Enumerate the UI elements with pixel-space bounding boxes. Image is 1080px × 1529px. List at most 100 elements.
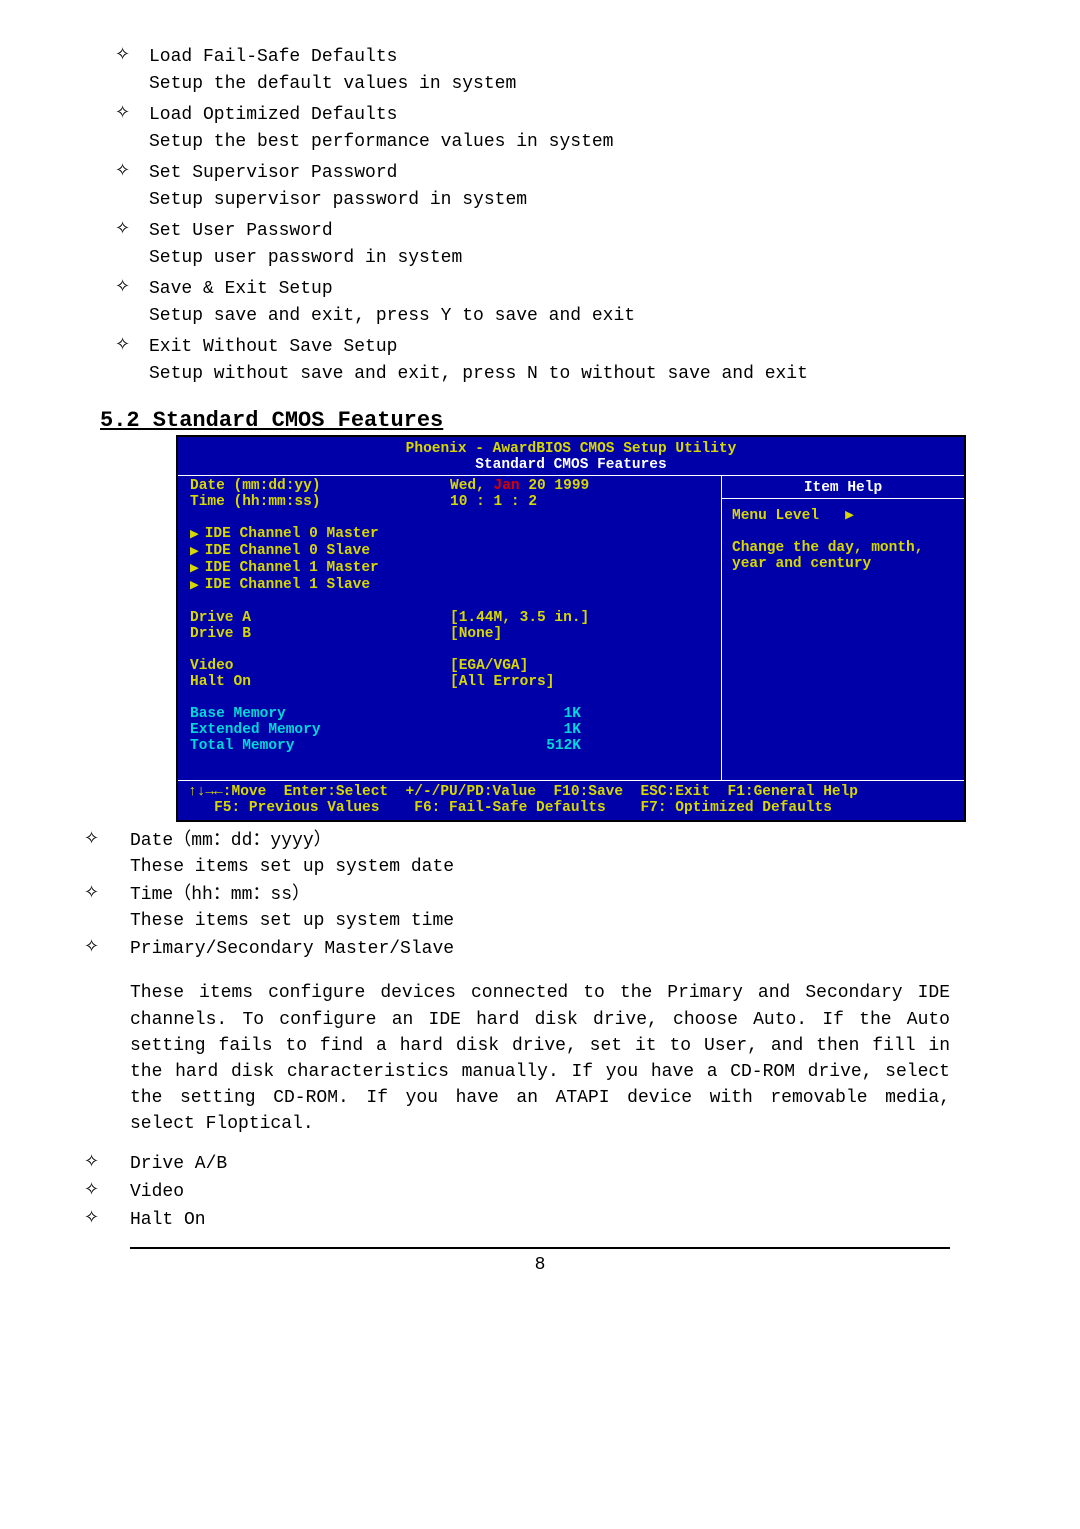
item-desc: Setup save and exit, press Y to save and… [149, 303, 635, 330]
item-title: Halt On [130, 1207, 206, 1233]
table-row: Video [EGA/VGA] [178, 658, 721, 674]
triangle-icon: ▶ [845, 508, 854, 524]
bullet-icon: ✧ [80, 936, 130, 957]
triangle-icon: ▶ [190, 560, 205, 577]
item-help-title: Item Help [722, 476, 964, 499]
bullet-icon: ✧ [115, 102, 149, 156]
footer-line1: ↑↓→←:Move Enter:Select +/-/PU/PD:Value F… [188, 784, 858, 800]
item-title: Exit Without Save Setup [149, 334, 808, 361]
drive-b-label: Drive B [190, 626, 450, 642]
list-item: ✧ Video [80, 1179, 1010, 1205]
drive-a-label: Drive A [190, 610, 450, 626]
table-row: Halt On [All Errors] [178, 674, 721, 690]
bullet-icon: ✧ [80, 1179, 130, 1200]
section-heading: 5.2 Standard CMOS Features [100, 408, 1010, 433]
item-desc: Setup supervisor password in system [149, 187, 527, 214]
table-row: ▶IDE Channel 1 Master [178, 560, 721, 577]
bios-main: Date (mm:dd:yy) Wed, Jan 20 1999 Time (h… [178, 476, 964, 780]
list-item: ✧ Date（mm：dd：yyyy） These items set up sy… [80, 828, 1010, 880]
item-desc: These items set up system time [130, 908, 454, 934]
list-item: ✧ Set Supervisor Password Setup supervis… [115, 160, 1010, 214]
extmem-label: Extended Memory [190, 722, 450, 738]
item-content: Date（mm：dd：yyyy） These items set up syst… [130, 828, 454, 880]
triangle-icon: ▶ [190, 543, 205, 560]
item-desc: Setup without save and exit, press N to … [149, 361, 808, 388]
bullet-icon: ✧ [115, 276, 149, 330]
item-title: Video [130, 1179, 184, 1205]
page-number: 8 [535, 1255, 546, 1275]
date-prefix: Wed, [450, 478, 494, 494]
item-title: Drive A/B [130, 1151, 227, 1177]
table-row: Total Memory 512K [178, 738, 721, 754]
item-title: Time（hh：mm：ss） [130, 882, 454, 908]
item-content: Set Supervisor Password Setup supervisor… [149, 160, 527, 214]
bullet-icon: ✧ [115, 218, 149, 272]
post-item-list: ✧ Date（mm：dd：yyyy） These items set up sy… [80, 828, 1010, 1233]
list-item: ✧ Drive A/B [80, 1151, 1010, 1177]
list-item: ✧ Primary/Secondary Master/Slave These i… [80, 936, 1010, 1137]
item-desc: These items configure devices connected … [130, 980, 950, 1137]
list-item: ✧ Load Fail-Safe Defaults Setup the defa… [115, 44, 1010, 98]
halt-value: [All Errors] [450, 674, 721, 690]
date-value: Wed, Jan 20 1999 [450, 478, 721, 494]
bios-left-panel: Date (mm:dd:yy) Wed, Jan 20 1999 Time (h… [178, 476, 721, 780]
table-row: Date (mm:dd:yy) Wed, Jan 20 1999 [178, 478, 721, 494]
item-content: Time（hh：mm：ss） These items set up system… [130, 882, 454, 934]
item-title: Load Optimized Defaults [149, 102, 613, 129]
triangle-icon: ▶ [190, 526, 205, 543]
item-title: Primary/Secondary Master/Slave [130, 936, 950, 962]
drive-a-value: [1.44M, 3.5 in.] [450, 610, 721, 626]
table-row: Extended Memory 1K [178, 722, 721, 738]
list-item: ✧ Load Optimized Defaults Setup the best… [115, 102, 1010, 156]
item-title: Save & Exit Setup [149, 276, 635, 303]
date-red: Jan [494, 478, 520, 494]
item-content: Exit Without Save Setup Setup without sa… [149, 334, 808, 388]
date-suffix: 20 1999 [520, 478, 590, 494]
ide-label: IDE Channel 1 Slave [205, 577, 370, 594]
bios-title-line2: Standard CMOS Features [475, 457, 666, 473]
item-title: Date（mm：dd：yyyy） [130, 828, 454, 854]
table-row: Time (hh:mm:ss) 10 : 1 : 2 [178, 494, 721, 510]
table-row: ▶IDE Channel 1 Slave [178, 577, 721, 594]
item-content: Save & Exit Setup Setup save and exit, p… [149, 276, 635, 330]
page-footer: 8 [130, 1247, 950, 1275]
item-desc: These items set up system date [130, 854, 454, 880]
list-item: ✧ Time（hh：mm：ss） These items set up syst… [80, 882, 1010, 934]
video-value: [EGA/VGA] [450, 658, 721, 674]
bios-screenshot: Phoenix - AwardBIOS CMOS Setup Utility S… [176, 435, 966, 822]
drive-b-value: [None] [450, 626, 721, 642]
list-item: ✧ Save & Exit Setup Setup save and exit,… [115, 276, 1010, 330]
bullet-icon: ✧ [80, 828, 130, 849]
totalmem-label: Total Memory [190, 738, 450, 754]
basemem-value: 1K [450, 706, 721, 722]
footer-line2: F5: Previous Values F6: Fail-Safe Defaul… [188, 800, 832, 816]
menu-level: Menu Level [732, 508, 819, 524]
item-content: Primary/Secondary Master/Slave These ite… [130, 936, 950, 1137]
time-value: 10 : 1 : 2 [450, 494, 721, 510]
totalmem-value: 512K [450, 738, 721, 754]
item-desc: Setup user password in system [149, 245, 462, 272]
help-text: Change the day, month, year and century [732, 540, 954, 572]
basemem-label: Base Memory [190, 706, 450, 722]
list-item: ✧ Exit Without Save Setup Setup without … [115, 334, 1010, 388]
video-label: Video [190, 658, 450, 674]
time-label: Time (hh:mm:ss) [190, 494, 450, 510]
bullet-icon: ✧ [80, 882, 130, 903]
top-item-list: ✧ Load Fail-Safe Defaults Setup the defa… [115, 44, 1010, 388]
item-content: Load Fail-Safe Defaults Setup the defaul… [149, 44, 516, 98]
ide-label: IDE Channel 0 Master [205, 526, 379, 543]
halt-label: Halt On [190, 674, 450, 690]
item-content: Set User Password Setup user password in… [149, 218, 462, 272]
bullet-icon: ✧ [115, 334, 149, 388]
bullet-icon: ✧ [115, 44, 149, 98]
table-row: ▶IDE Channel 0 Slave [178, 543, 721, 560]
list-item: ✧ Halt On [80, 1207, 1010, 1233]
list-item: ✧ Set User Password Setup user password … [115, 218, 1010, 272]
bullet-icon: ✧ [115, 160, 149, 214]
help-body: Menu Level ▶ Change the day, month, year… [722, 499, 964, 580]
table-row: Base Memory 1K [178, 706, 721, 722]
bullet-icon: ✧ [80, 1207, 130, 1228]
bios-right-panel: Item Help Menu Level ▶ Change the day, m… [721, 476, 964, 780]
table-row: Drive A [1.44M, 3.5 in.] [178, 610, 721, 626]
item-title: Set User Password [149, 218, 462, 245]
